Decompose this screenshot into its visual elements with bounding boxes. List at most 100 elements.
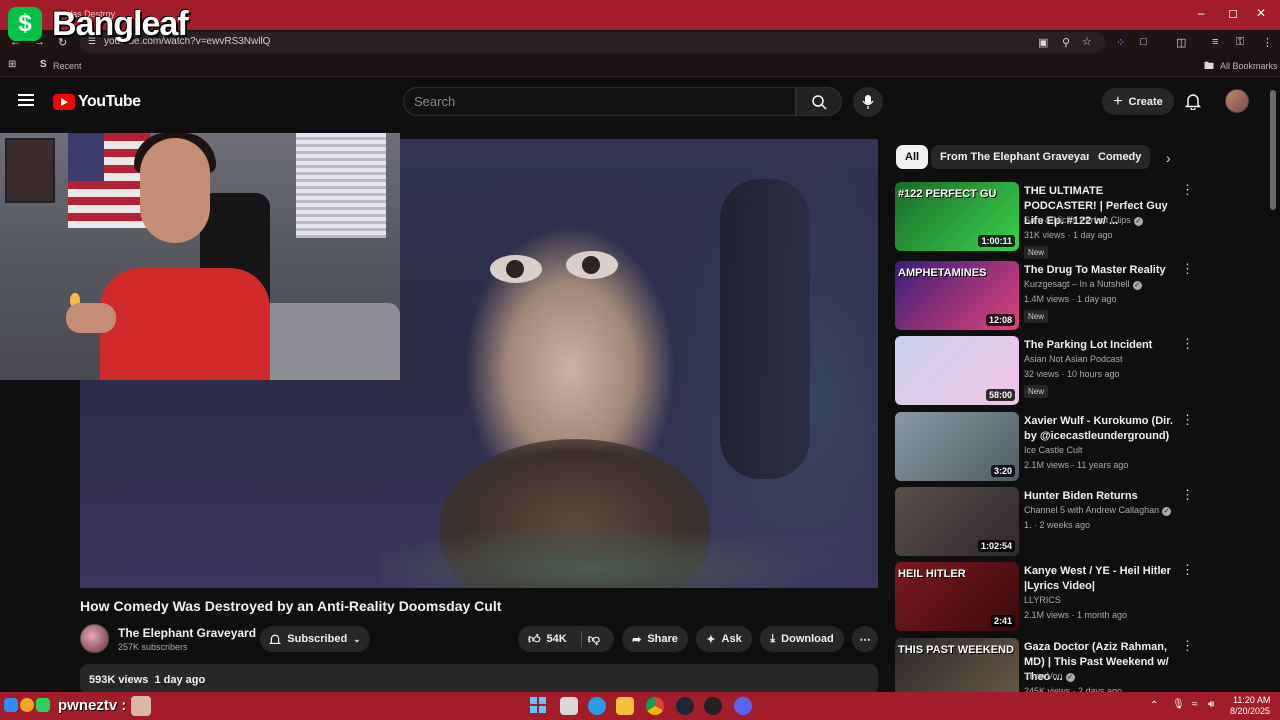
tray-wifi-icon[interactable]: ≈	[1192, 699, 1198, 710]
recommendation-item[interactable]: HEIL HITLER 2:41 Kanye West / YE - Heil Hi…	[895, 562, 1195, 632]
more-vertical-icon[interactable]: ⋮	[1181, 563, 1194, 576]
recommendation-item[interactable]: 58:00 The Parking Lot Incident Asian Not A…	[895, 336, 1195, 406]
split-view-icon[interactable]: ◫	[1176, 36, 1186, 49]
task-view-icon[interactable]	[560, 697, 578, 715]
recommendation-channel[interactable]: Sam & Nick's Perfect Clips ✓	[1024, 215, 1143, 226]
recommendation-age: 1 day ago	[1073, 230, 1113, 240]
bookmark-star-icon[interactable]: ☆	[1082, 35, 1092, 48]
channel-name[interactable]: The Elephant Graveyard	[118, 626, 256, 640]
bookmark-recent[interactable]: Recent	[53, 61, 82, 71]
new-badge: New	[1024, 385, 1049, 398]
webcam-person-shirt	[100, 268, 270, 380]
download-button[interactable]: ⤓ Download	[760, 626, 844, 652]
like-count[interactable]: 54K	[547, 633, 567, 645]
video-duration: 1:02:54	[977, 540, 1015, 552]
thumbs-down-icon[interactable]: 👎︎	[588, 632, 600, 647]
subscribed-label: Subscribed	[287, 633, 348, 645]
recommendation-item[interactable]: 1:02:54 Hunter Biden Returns Channel 5 wit…	[895, 487, 1195, 557]
edge-icon[interactable]	[588, 697, 606, 715]
profile-key-icon[interactable]: ⚿	[1236, 36, 1244, 49]
recommendation-views: 31K views	[1024, 230, 1066, 240]
recommendation-channel[interactable]: LLYRICS	[1024, 595, 1061, 605]
chevron-right-icon[interactable]: ›	[1166, 150, 1171, 166]
thumbnail-text: #122 PERFECT GU	[898, 188, 997, 200]
thumbs-up-icon[interactable]: 👍︎	[528, 632, 541, 647]
extension-icon[interactable]: ⁘	[1116, 36, 1125, 49]
more-vertical-icon[interactable]: ⋮	[1181, 413, 1194, 426]
taskbar-date[interactable]: 8/20/2025	[1230, 706, 1270, 716]
search-input[interactable]	[404, 88, 795, 115]
recommendation-item[interactable]: 3:20 Xavier Wulf - Kurokumo (Dir. by @ice…	[895, 412, 1195, 482]
address-bar[interactable]: ☰ youtube.com/watch?v=ewvRS3NwllQ ▣ ⚲ ☆	[80, 32, 1105, 53]
chip-comedy[interactable]: Comedy	[1089, 145, 1151, 169]
install-app-icon[interactable]: ▣	[1038, 36, 1048, 49]
chrome-icon[interactable]	[646, 697, 664, 715]
maximize-icon[interactable]: ◻	[1228, 6, 1238, 20]
streamer-emote-icon	[131, 696, 151, 716]
recommendation-channel[interactable]: Ice Castle Cult	[1024, 445, 1083, 455]
recommendation-channel[interactable]: Theo Von ✓	[1024, 671, 1075, 682]
obs-icon[interactable]	[704, 697, 722, 715]
recommendation-thumbnail[interactable]: 1:02:54	[895, 487, 1019, 556]
notifications-button[interactable]	[1184, 92, 1202, 115]
extensions-puzzle-icon[interactable]: □	[1140, 36, 1147, 48]
recommendation-title[interactable]: The Drug To Master Reality	[1024, 263, 1174, 278]
recommendation-title[interactable]: Kanye West / YE - Heil Hitler |Lyrics Vi…	[1024, 564, 1174, 594]
discord-icon[interactable]	[734, 697, 752, 715]
recommendation-thumbnail[interactable]: HEIL HITLER 2:41	[895, 562, 1019, 631]
more-actions-button[interactable]: ⋯	[852, 626, 878, 652]
streamer-tag: pwneztv :	[58, 697, 127, 714]
recommendation-title[interactable]: Hunter Biden Returns	[1024, 489, 1174, 504]
windows-start-icon[interactable]	[530, 697, 548, 715]
recommendation-item[interactable]: AMPHETAMINES 12:08 The Drug To Master Real…	[895, 261, 1195, 331]
video-duration: 58:00	[985, 389, 1015, 401]
recommendation-channel[interactable]: Kurzgesagt – In a Nutshell ✓	[1024, 279, 1142, 290]
ask-button[interactable]: ✦ Ask	[696, 626, 752, 652]
subscribed-button[interactable]: Subscribed ⌄	[260, 626, 370, 652]
tray-chevron-up-icon[interactable]: ⌃	[1150, 700, 1158, 711]
recommendation-item[interactable]: #122 PERFECT GU 1:00:11 THE ULTIMATE PODCA…	[895, 182, 1195, 259]
create-button[interactable]: + Create	[1102, 88, 1174, 115]
all-bookmarks[interactable]: All Bookmarks	[1220, 61, 1278, 71]
more-vertical-icon[interactable]: ⋮	[1181, 639, 1194, 652]
recommendation-thumbnail[interactable]: 3:20	[895, 412, 1019, 481]
reading-list-icon[interactable]: ≡	[1212, 36, 1218, 48]
taskbar-time[interactable]: 11:20 AM	[1233, 695, 1270, 705]
webcam-person-hands	[66, 303, 116, 333]
chip-all[interactable]: All	[896, 145, 929, 169]
recommendation-channel[interactable]: Asian Not Asian Podcast	[1024, 354, 1123, 364]
recommendation-thumbnail[interactable]: #122 PERFECT GU 1:00:11	[895, 182, 1019, 251]
more-vertical-icon[interactable]: ⋮	[1181, 183, 1194, 196]
tray-volume-icon[interactable]: 🔊︎	[1208, 699, 1214, 710]
share-button[interactable]: ➦ Share	[622, 626, 688, 652]
voice-search-button[interactable]	[853, 87, 883, 117]
description-box[interactable]: 593K views 1 day ago	[80, 664, 878, 694]
zoom-icon[interactable]: ⚲	[1062, 36, 1070, 49]
tray-mic-icon[interactable]: 🎙︎	[1172, 699, 1185, 710]
more-vertical-icon[interactable]: ⋮	[1181, 337, 1194, 350]
steam-icon[interactable]	[676, 697, 694, 715]
download-icon: ⤓	[770, 632, 776, 645]
recommendation-thumbnail[interactable]: AMPHETAMINES 12:08	[895, 261, 1019, 330]
search-button[interactable]	[796, 87, 842, 116]
user-avatar[interactable]	[1225, 89, 1249, 113]
minimize-icon[interactable]: –	[1198, 6, 1205, 20]
file-explorer-icon[interactable]	[616, 697, 634, 715]
apps-grid-icon[interactable]: ⊞	[8, 59, 16, 70]
more-vertical-icon[interactable]: ⋮	[1181, 262, 1194, 275]
recommendation-title[interactable]: Xavier Wulf - Kurokumo (Dir. by @icecast…	[1024, 414, 1174, 444]
chip-from-channel[interactable]: From The Elephant Graveyard	[931, 145, 1107, 169]
recommendation-channel[interactable]: Channel 5 with Andrew Callaghan ✓	[1024, 505, 1172, 516]
windows-taskbar: pwneztv : ⌃ 🎙︎ ≈ 🔊︎ 11:20 AM 8/20/2025	[0, 692, 1280, 720]
youtube-logo[interactable]: YouTube	[53, 93, 141, 111]
chrome-menu-icon[interactable]: ⋮	[1262, 36, 1273, 49]
close-icon[interactable]: ✕	[1256, 6, 1266, 20]
menu-hamburger-icon[interactable]	[18, 94, 34, 106]
bell-icon	[269, 634, 282, 644]
verified-check-icon: ✓	[1133, 217, 1143, 226]
more-vertical-icon[interactable]: ⋮	[1181, 488, 1194, 501]
recommendation-title[interactable]: The Parking Lot Incident	[1024, 338, 1174, 353]
recommendation-thumbnail[interactable]: 58:00	[895, 336, 1019, 405]
channel-avatar[interactable]	[80, 624, 109, 653]
page-scrollbar[interactable]	[1270, 90, 1276, 210]
